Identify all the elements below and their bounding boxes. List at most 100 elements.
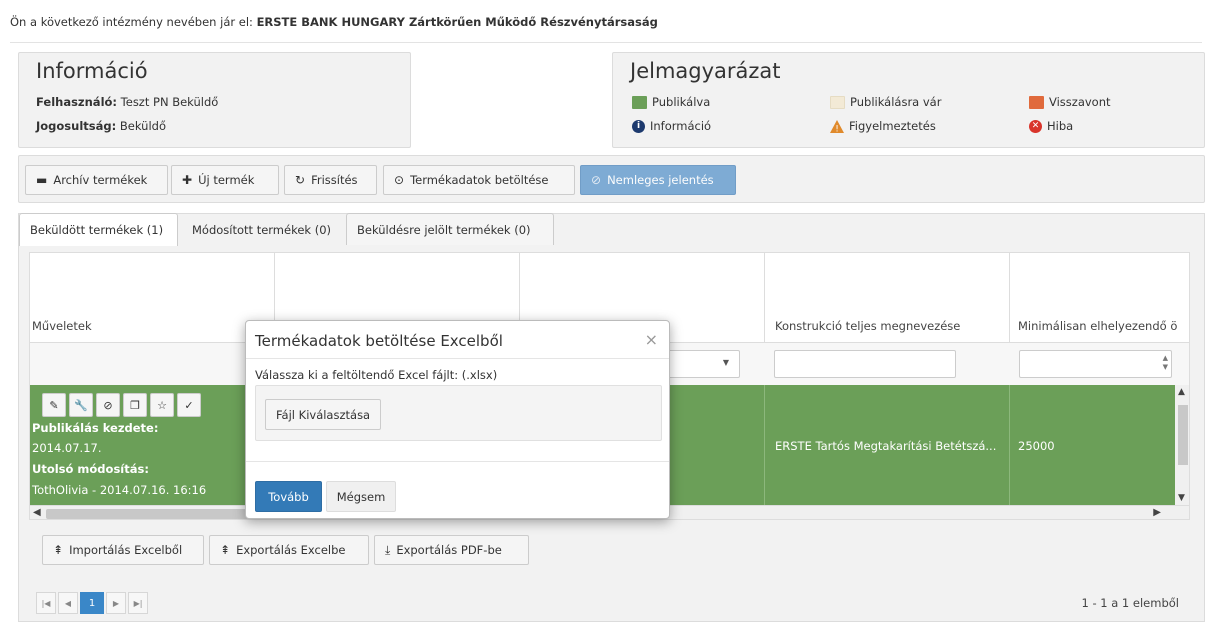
scroll-down-icon[interactable]: ▼ (1178, 493, 1185, 503)
first-page-icon[interactable]: |◀ (36, 592, 56, 614)
close-icon[interactable]: × (645, 330, 658, 349)
column-header-actions[interactable]: Műveletek (30, 253, 275, 342)
import-excel-label: Importálás Excelből (69, 543, 183, 557)
header-label: Minimálisan elhelyezendő ö (1018, 319, 1178, 333)
svg-text:!: ! (835, 124, 839, 133)
spinner-icon[interactable]: ▲ ▼ (1163, 354, 1168, 372)
role-value: Beküldő (119, 119, 166, 133)
next-page-icon[interactable]: ▶ (106, 592, 126, 614)
filter-construction-input[interactable] (774, 350, 956, 378)
dialog-instruction: Válassza ki a feltöltendő Excel fájlt: (… (255, 368, 498, 382)
horizontal-scroll-thumb[interactable] (46, 509, 256, 519)
page-number[interactable]: 1 (80, 592, 104, 614)
export-icon: ⇞ (220, 543, 231, 557)
choose-file-button[interactable]: Fájl Kiválasztása (265, 399, 382, 430)
load-excel-dialog: Termékadatok betöltése Excelből × Válass… (245, 320, 670, 519)
archive-button[interactable]: ▬ Archív termékek (25, 165, 168, 195)
last-page-icon[interactable]: ▶| (128, 592, 148, 614)
tab-modified[interactable]: Módosított termékek (0) (181, 213, 344, 245)
dialog-footer-divider (246, 461, 669, 462)
column-header-construction[interactable]: Konstrukció teljes megnevezése (765, 253, 1010, 342)
filter-select[interactable]: ▼ (662, 350, 740, 378)
file-select-box: Fájl Kiválasztása (255, 385, 662, 441)
caret-down-icon: ▼ (722, 358, 729, 367)
legend-label: Publikálásra vár (850, 95, 942, 109)
user-line: Felhasználó: Teszt PN Beküldő (36, 95, 218, 109)
info-panel: Információ Felhasználó: Teszt PN Beküldő… (18, 52, 411, 148)
institution-name: ERSTE BANK HUNGARY Zártkörűen Működő Rés… (256, 15, 658, 29)
copy-icon[interactable]: ❐ (123, 393, 147, 417)
legend-label: Publikálva (652, 95, 711, 109)
institution-bar: Ön a következő intézmény nevében jár el:… (10, 15, 658, 29)
refresh-icon: ↻ (295, 173, 306, 187)
green-square-icon (632, 95, 647, 109)
check-icon[interactable]: ✓ (177, 393, 201, 417)
pub-start-label-text: Publikálás kezdete: (32, 421, 159, 435)
scroll-left-icon[interactable]: ◀ (33, 507, 41, 518)
last-mod-label: Utolsó módosítás: (32, 462, 149, 476)
legend-pending: Publikálásra vár (830, 95, 941, 109)
pub-start-value: 2014.07.17. (32, 441, 102, 455)
new-product-button[interactable]: ✚ Új termék (171, 165, 279, 195)
export-excel-button[interactable]: ⇞ Exportálás Excelbe (209, 535, 369, 565)
role-line: Jogosultság: Beküldő (36, 119, 166, 133)
load-data-label: Termékadatok betöltése (410, 173, 549, 187)
new-product-label: Új termék (198, 173, 255, 187)
error-icon: ✕ (1029, 119, 1042, 133)
pub-start-label: Publikálás kezdete: (32, 421, 158, 435)
legend-label: Hiba (1047, 119, 1074, 133)
ban-icon: ⊘ (591, 173, 602, 187)
legend-panel: Jelmagyarázat Publikálva Publikálásra vá… (612, 52, 1205, 148)
next-button[interactable]: Tovább (255, 481, 322, 512)
vertical-scroll-thumb[interactable] (1178, 405, 1188, 465)
export-pdf-label: Exportálás PDF-be (396, 543, 502, 557)
last-mod-value: TothOlivia - 2014.07.16. 16:16 (32, 483, 207, 497)
column-header-min-amount[interactable]: Minimálisan elhelyezendő ö (1010, 253, 1189, 342)
legend-info: i Információ (632, 119, 711, 133)
dialog-header-divider (246, 358, 669, 359)
construction-value: ERSTE Tartós Megtakarítási Betétszá... (775, 439, 997, 453)
load-data-button[interactable]: ⊙ Termékadatok betöltése (383, 165, 575, 195)
pager-info: 1 - 1 a 1 elemből (1081, 596, 1179, 610)
min-amount-value: 25000 (1018, 439, 1055, 453)
legend-warning: ! Figyelmeztetés (830, 119, 936, 133)
header-label: Konstrukció teljes megnevezése (775, 319, 961, 333)
legend-label: Visszavont (1049, 95, 1111, 109)
tab-submitted[interactable]: Beküldött termékek (1) (19, 213, 178, 246)
import-icon: ⇞ (53, 543, 64, 557)
prev-page-icon[interactable]: ◀ (58, 592, 78, 614)
tab-label: Beküldött termékek (1) (30, 223, 164, 237)
legend-published: Publikálva (632, 95, 710, 109)
header-label: Műveletek (32, 319, 92, 333)
star-icon[interactable]: ☆ (150, 393, 174, 417)
tab-marked[interactable]: Beküldésre jelölt termékek (0) (346, 213, 554, 245)
refresh-button[interactable]: ↻ Frissítés (284, 165, 377, 195)
filter-min-amount-input[interactable]: ▲ ▼ (1019, 350, 1172, 378)
legend-title: Jelmagyarázat (630, 59, 781, 83)
download-icon: ⤓ (385, 542, 391, 557)
info-title: Információ (36, 59, 148, 83)
institution-prefix: Ön a következő intézmény nevében jár el: (10, 15, 253, 29)
legend-revoked: Visszavont (1029, 95, 1111, 109)
scroll-right-icon[interactable]: ▶ (1153, 507, 1161, 518)
tab-label: Módosított termékek (0) (192, 222, 332, 237)
vertical-scrollbar[interactable]: ▲ ▼ (1175, 385, 1189, 505)
export-pdf-button[interactable]: ⤓ Exportálás PDF-be (374, 535, 529, 565)
edit-pencil-icon[interactable]: ✎ (42, 393, 66, 417)
dialog-title: Termékadatok betöltése Excelből (255, 332, 503, 350)
cancel-button[interactable]: Mégsem (326, 481, 396, 512)
plus-icon: ✚ (182, 173, 193, 187)
orange-square-icon (1029, 95, 1044, 109)
tab-label: Beküldésre jelölt termékek (0) (357, 222, 531, 237)
top-divider (10, 42, 1202, 43)
wrench-icon[interactable]: 🔧 (69, 393, 93, 417)
user-value: Teszt PN Beküldő (120, 95, 219, 109)
import-excel-button[interactable]: ⇞ Importálás Excelből (42, 535, 204, 565)
beige-square-icon (830, 95, 845, 109)
export-excel-label: Exportálás Excelbe (236, 543, 346, 557)
scroll-up-icon[interactable]: ▲ (1178, 387, 1185, 397)
archive-icon: ▬ (36, 173, 48, 187)
ban-icon[interactable]: ⊘ (96, 393, 120, 417)
actions-cell: ✎ 🔧 ⊘ ❐ ☆ ✓ Publikálás kezdete: 2014.07.… (30, 385, 275, 505)
negative-report-button[interactable]: ⊘ Nemleges jelentés (580, 165, 736, 195)
